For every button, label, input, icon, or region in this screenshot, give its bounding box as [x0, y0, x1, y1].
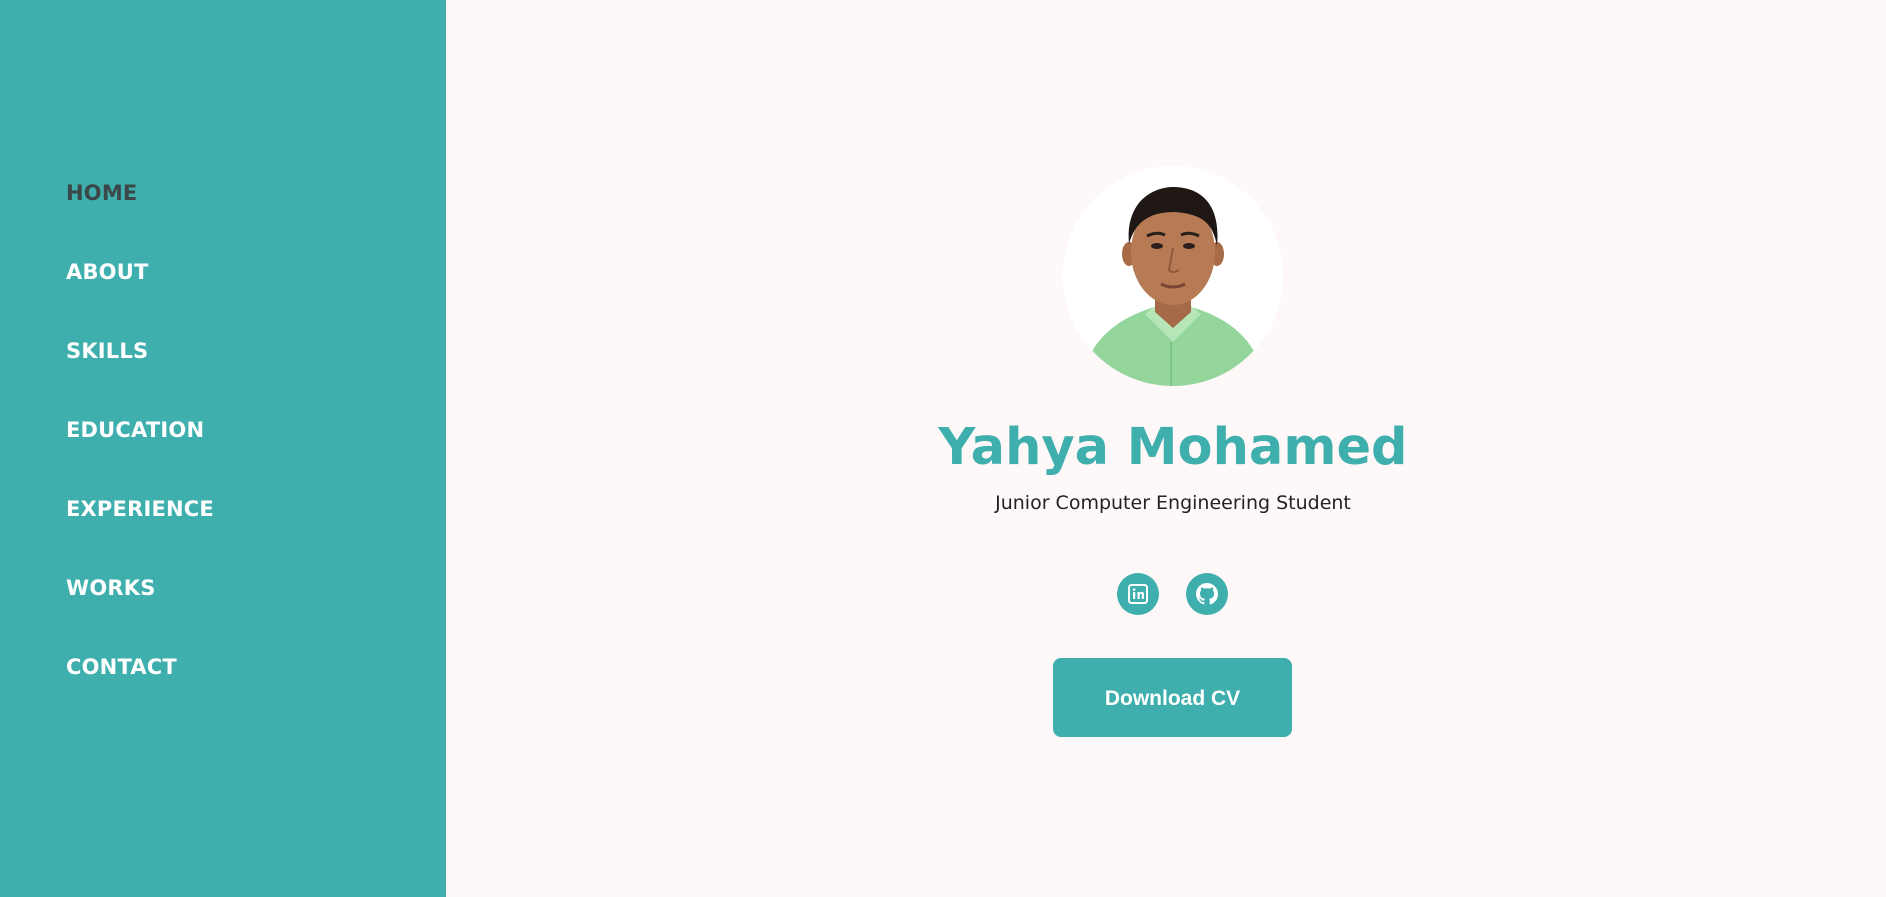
profile-title: Junior Computer Engineering Student	[995, 492, 1351, 514]
nav-item-experience[interactable]: EXPERIENCE	[66, 486, 214, 565]
nav-item-works[interactable]: WORKS	[66, 565, 214, 644]
nav-item-home[interactable]: HOME	[66, 170, 214, 249]
nav-item-education[interactable]: EDUCATION	[66, 407, 214, 486]
profile-name: Yahya Mohamed	[938, 418, 1408, 477]
nav-item-contact[interactable]: CONTACT	[66, 644, 214, 723]
portfolio-page: HOME ABOUT SKILLS EDUCATION EXPERIENCE W…	[0, 0, 1886, 897]
sidebar-nav: HOME ABOUT SKILLS EDUCATION EXPERIENCE W…	[66, 170, 214, 723]
linkedin-icon	[1128, 584, 1148, 604]
nav-item-about[interactable]: ABOUT	[66, 249, 214, 328]
github-icon	[1196, 583, 1218, 605]
person-illustration	[1063, 166, 1283, 386]
sidebar: HOME ABOUT SKILLS EDUCATION EXPERIENCE W…	[0, 0, 446, 897]
nav-item-skills[interactable]: SKILLS	[66, 328, 214, 407]
profile-photo	[1063, 166, 1283, 386]
linkedin-link[interactable]	[1117, 573, 1159, 615]
github-link[interactable]	[1186, 573, 1228, 615]
hero-section: Yahya Mohamed Junior Computer Engineerin…	[446, 0, 1886, 897]
download-cv-button[interactable]: Download CV	[1053, 658, 1292, 737]
